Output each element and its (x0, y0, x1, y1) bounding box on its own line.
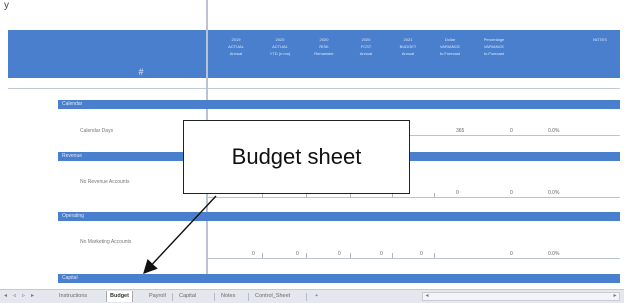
add-sheet-button[interactable]: + (312, 291, 321, 302)
cell-border (306, 253, 307, 258)
tab-capital[interactable]: Capital (176, 291, 199, 302)
section-header-operating[interactable]: Operating (58, 212, 620, 221)
col-header-2020-actual-ytd[interactable]: 2020 ACTUAL YTD (n mo) (260, 36, 300, 57)
column-header-band: # 2019 ACTUAL Annual 2020 ACTUAL YTD (n … (8, 30, 620, 78)
scroll-right-icon[interactable]: ▸ (611, 293, 619, 300)
cell-underline (208, 258, 620, 259)
callout-box: Budget sheet (183, 120, 410, 194)
cell-value[interactable]: 0 (420, 251, 423, 257)
cell-value[interactable]: 0 (456, 190, 459, 196)
horizontal-scrollbar[interactable]: ◂ ▸ (422, 292, 620, 301)
cell-value[interactable]: 0 (252, 251, 255, 257)
row-label-no-revenue-accounts[interactable]: No Revenue Accounts (80, 179, 129, 185)
col-header-notes[interactable]: NOTES (580, 36, 620, 43)
cell-border (350, 253, 351, 258)
section-header-calendar[interactable]: Calendar (58, 100, 620, 109)
cell-border (262, 253, 263, 258)
col-header-dollar-variance[interactable]: Dollar VARIANCE to Forecast (430, 36, 470, 57)
cell-border (434, 193, 435, 198)
cell-value[interactable]: 0 (380, 251, 383, 257)
col-header-2019-actual[interactable]: 2019 ACTUAL Annual (216, 36, 256, 57)
first-sheet-icon[interactable]: ◂ (4, 292, 7, 299)
tab-separator (248, 293, 249, 301)
cell-value[interactable]: 0 (510, 251, 513, 257)
section-header-capital[interactable]: Capital (58, 274, 620, 283)
cell-border (434, 253, 435, 258)
tab-notes[interactable]: Notes (218, 291, 238, 302)
cell-value[interactable]: 0 (510, 128, 513, 134)
callout-text: Budget sheet (231, 144, 362, 169)
tab-instructions[interactable]: Instructions (56, 291, 90, 302)
cell-value[interactable]: 0.0% (548, 251, 559, 257)
last-sheet-icon[interactable]: ▸ (31, 292, 34, 299)
cell-underline (410, 135, 620, 136)
next-sheet-icon[interactable]: ▹ (22, 292, 25, 299)
tab-separator (214, 293, 215, 301)
cell-border (392, 253, 393, 258)
cell-value[interactable]: 0.0% (548, 190, 559, 196)
cell-value[interactable]: 365 (456, 128, 464, 134)
col-header-2020-risk[interactable]: 2020 RISK Remainder (304, 36, 344, 57)
tab-separator (306, 293, 307, 301)
cell-value[interactable]: 0 (296, 251, 299, 257)
top-partial-text: y (4, 0, 9, 11)
row-label-no-marketing-accounts[interactable]: No Marketing Accounts (80, 239, 131, 245)
cell-value[interactable]: 0 (510, 190, 513, 196)
col-header-percentage-variance[interactable]: Percentage VARIANCE to Forecast (474, 36, 514, 57)
tab-payroll[interactable]: Payroll (146, 291, 169, 302)
sheet-tab-bar: ◂ ◃ ▹ ▸ Instructions Budget Payroll Capi… (0, 289, 624, 303)
cell-value[interactable]: 0 (338, 251, 341, 257)
header-hash: # (138, 67, 144, 77)
scroll-left-icon[interactable]: ◂ (423, 293, 431, 300)
cell-underline (208, 197, 620, 198)
prev-sheet-icon[interactable]: ◃ (13, 292, 16, 299)
tab-budget[interactable]: Budget (106, 291, 133, 302)
frozen-row-divider (8, 88, 620, 89)
col-header-2020-fcst[interactable]: 2020 FCST Annual (346, 36, 386, 57)
col-header-2021-budget[interactable]: 2021 BUDGET Annual (388, 36, 428, 57)
cell-value[interactable]: 0.0% (548, 128, 559, 134)
tab-separator (172, 293, 173, 301)
row-label-calendar-days[interactable]: Calendar Days (80, 128, 113, 134)
tab-control-sheet[interactable]: Control_Sheet (252, 291, 293, 302)
